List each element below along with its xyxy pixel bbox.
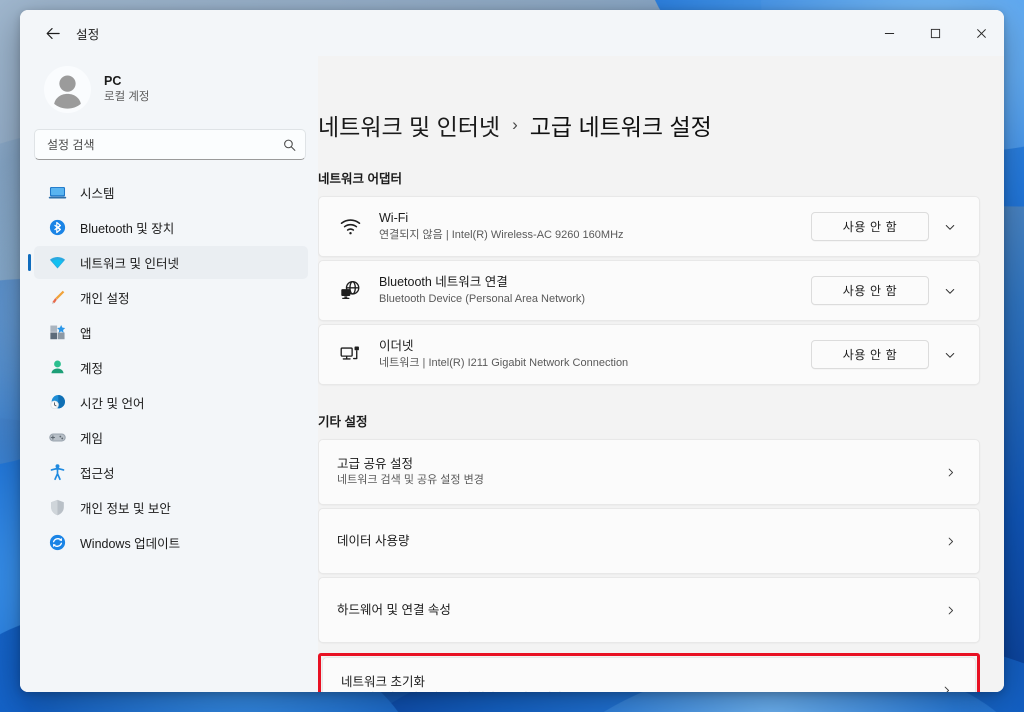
chevron-down-icon[interactable]: [935, 221, 965, 233]
chevron-down-icon[interactable]: [935, 285, 965, 297]
account-subtitle: 로컬 계정: [104, 91, 150, 104]
sidebar-item-system[interactable]: 시스템: [34, 176, 308, 209]
page-title: 고급 네트워크 설정: [529, 114, 712, 140]
window-title: 설정: [76, 27, 100, 42]
back-button[interactable]: [36, 18, 70, 48]
sidebar-item-privacy-security[interactable]: 개인 정보 및 보안: [34, 491, 308, 524]
bluetooth-pan-icon: [337, 279, 363, 302]
sidebar-item-label: 시간 및 언어: [80, 397, 145, 411]
disable-button[interactable]: 사용 안 함: [811, 340, 929, 369]
adapter-name: Bluetooth 네트워크 연결: [379, 275, 508, 290]
privacy-security-icon: [48, 498, 67, 517]
sidebar-item-label: 게임: [80, 432, 104, 446]
setting-row-network-reset[interactable]: 네트워크 초기화 모든 네트워크 어댑터를 공장 설정으로 다시 설정: [322, 657, 976, 692]
sidebar-item-time-language[interactable]: 시간 및 언어: [34, 386, 308, 419]
chevron-right-icon: [937, 536, 963, 547]
chevron-down-icon[interactable]: [935, 349, 965, 361]
breadcrumb: 네트워크 및 인터넷 › 고급 네트워크 설정: [318, 108, 980, 142]
sidebar-nav: 시스템 Bluetooth 및 장치 네트워크 및 인터넷 개인 설정 앱 계정…: [28, 176, 308, 559]
section-title-other: 기타 설정: [318, 415, 368, 429]
search-placeholder: 설정 검색: [47, 138, 95, 152]
sidebar-item-label: 접근성: [80, 467, 115, 481]
sidebar-item-personalization[interactable]: 개인 설정: [34, 281, 308, 314]
adapter-row-bluetooth[interactable]: Bluetooth 네트워크 연결 Bluetooth Device (Pers…: [318, 260, 980, 321]
sidebar-item-label: 네트워크 및 인터넷: [80, 257, 179, 271]
adapter-name: 이더넷: [379, 339, 414, 354]
sidebar-item-label: 앱: [80, 327, 92, 341]
adapter-details: 연결되지 않음 | Intel(R) Wireless-AC 9260 160M…: [379, 228, 624, 241]
breadcrumb-separator-icon: ›: [512, 115, 518, 134]
adapter-row-ethernet[interactable]: 이더넷 네트워크 | Intel(R) I211 Gigabit Network…: [318, 324, 980, 385]
close-button[interactable]: [958, 10, 1004, 56]
sidebar-item-apps[interactable]: 앱: [34, 316, 308, 349]
accessibility-icon: [48, 463, 67, 482]
sidebar-item-accessibility[interactable]: 접근성: [34, 456, 308, 489]
disable-button[interactable]: 사용 안 함: [811, 276, 929, 305]
setting-row-data-usage[interactable]: 데이터 사용량: [318, 508, 980, 574]
main-content: 네트워크 및 인터넷 › 고급 네트워크 설정 네트워크 어댑터 Wi-Fi 연…: [318, 56, 1004, 692]
setting-row-advanced-sharing[interactable]: 고급 공유 설정 네트워크 검색 및 공유 설정 변경: [318, 439, 980, 505]
avatar: [44, 66, 91, 113]
sidebar-item-label: Bluetooth 및 장치: [80, 222, 175, 236]
account-block[interactable]: PC 로컬 계정: [34, 56, 308, 129]
chevron-right-icon: [933, 685, 959, 692]
maximize-button[interactable]: [912, 10, 958, 56]
chevron-right-icon: [937, 467, 963, 478]
breadcrumb-parent[interactable]: 네트워크 및 인터넷: [318, 108, 500, 142]
settings-window: 설정 PC 로컬 계정 설정 검색 시스템 Bluetooth 및 장치 네트워…: [20, 10, 1004, 692]
personalization-icon: [48, 288, 67, 307]
bluetooth-icon: [48, 218, 67, 237]
setting-row-title: 데이터 사용량: [337, 533, 410, 548]
setting-row-title: 고급 공유 설정: [337, 456, 413, 471]
sidebar-item-label: 시스템: [80, 187, 115, 201]
setting-row-subtitle: 네트워크 검색 및 공유 설정 변경: [337, 474, 484, 487]
minimize-button[interactable]: [866, 10, 912, 56]
sidebar-item-accounts[interactable]: 계정: [34, 351, 308, 384]
apps-icon: [48, 323, 67, 342]
sidebar-item-label: 계정: [80, 362, 104, 376]
windows-update-icon: [48, 533, 67, 552]
sidebar-item-label: Windows 업데이트: [80, 537, 181, 551]
setting-row-hardware-connection-properties[interactable]: 하드웨어 및 연결 속성: [318, 577, 980, 643]
account-name: PC: [104, 74, 122, 89]
setting-row-subtitle: 모든 네트워크 어댑터를 공장 설정으로 다시 설정: [341, 691, 933, 692]
sidebar-item-windows-update[interactable]: Windows 업데이트: [34, 526, 308, 559]
adapter-details: Bluetooth Device (Personal Area Network): [379, 292, 586, 305]
search-icon: [283, 138, 296, 151]
window-titlebar: 설정: [20, 10, 1004, 56]
adapter-row-wifi[interactable]: Wi-Fi 연결되지 않음 | Intel(R) Wireless-AC 926…: [318, 196, 980, 257]
accounts-icon: [48, 358, 67, 377]
section-title-adapters: 네트워크 어댑터: [318, 172, 402, 186]
setting-row-title: 네트워크 초기화: [341, 674, 425, 689]
adapter-details: 네트워크 | Intel(R) I211 Gigabit Network Con…: [379, 356, 629, 369]
sidebar-item-label: 개인 정보 및 보안: [80, 502, 171, 516]
time-language-icon: [48, 393, 67, 412]
network-icon: [48, 253, 67, 272]
highlight-annotation: 네트워크 초기화 모든 네트워크 어댑터를 공장 설정으로 다시 설정: [318, 653, 980, 692]
sidebar-item-gaming[interactable]: 게임: [34, 421, 308, 454]
sidebar-item-network-internet[interactable]: 네트워크 및 인터넷: [28, 246, 308, 279]
desktop-background: 설정 PC 로컬 계정 설정 검색 시스템 Bluetooth 및 장치 네트워…: [0, 0, 1024, 712]
page-header: 네트워크 및 인터넷 › 고급 네트워크 설정: [318, 56, 980, 142]
window-controls: [866, 10, 1004, 56]
system-icon: [48, 183, 67, 202]
sidebar-item-label: 개인 설정: [80, 292, 130, 306]
sidebar-item-bluetooth-devices[interactable]: Bluetooth 및 장치: [34, 211, 308, 244]
adapter-name: Wi-Fi: [379, 211, 409, 226]
wifi-icon: [337, 215, 363, 238]
ethernet-icon: [337, 343, 363, 366]
chevron-right-icon: [937, 605, 963, 616]
gaming-icon: [48, 428, 67, 447]
search-input[interactable]: 설정 검색: [34, 129, 306, 160]
setting-row-title: 하드웨어 및 연결 속성: [337, 602, 451, 617]
sidebar: PC 로컬 계정 설정 검색 시스템 Bluetooth 및 장치 네트워크 및…: [20, 56, 318, 692]
disable-button[interactable]: 사용 안 함: [811, 212, 929, 241]
